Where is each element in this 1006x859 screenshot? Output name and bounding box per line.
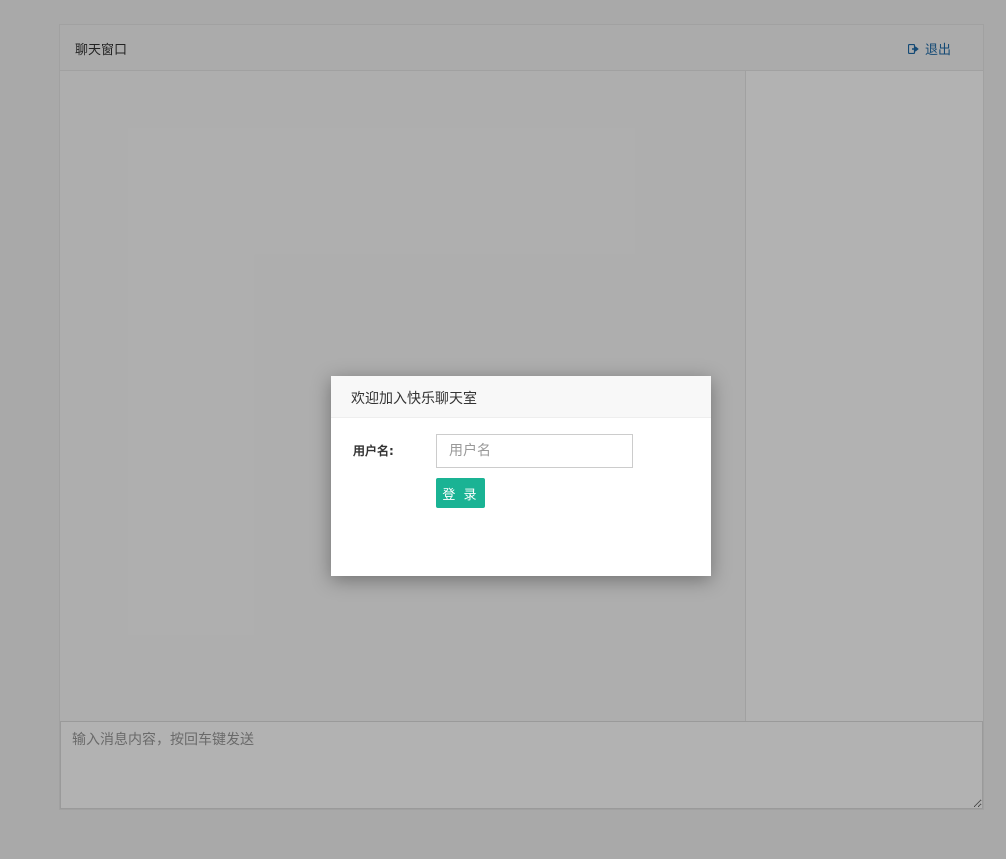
username-label: 用户名: [353, 443, 394, 458]
login-button[interactable]: 登 录 [436, 478, 485, 508]
login-modal: 欢迎加入快乐聊天室 用户名: 登 录 [331, 376, 711, 576]
username-input[interactable] [436, 434, 633, 468]
username-row: 用户名: [353, 434, 633, 468]
modal-title: 欢迎加入快乐聊天室 [331, 376, 711, 418]
